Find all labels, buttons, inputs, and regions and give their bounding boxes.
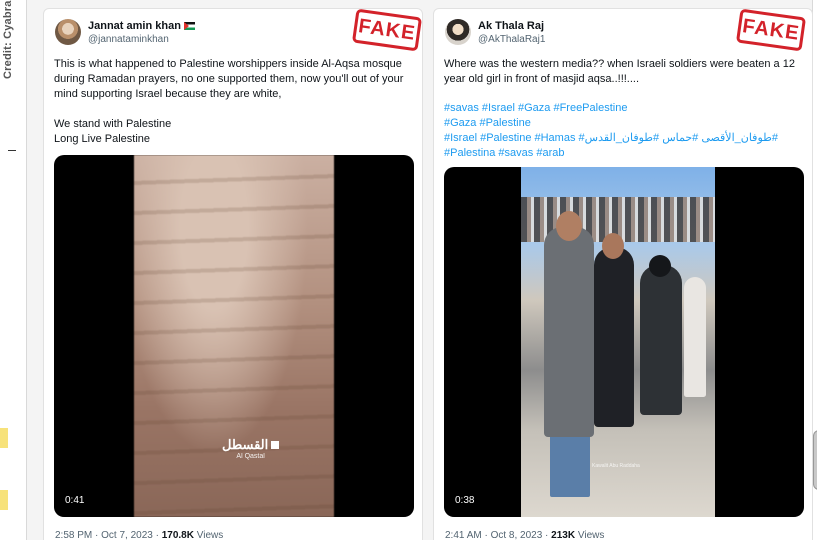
video-duration: 0:38 bbox=[455, 495, 475, 506]
tweet-timestamp[interactable]: 2:58 PM · Oct 7, 2023 · bbox=[55, 530, 162, 540]
person-head bbox=[649, 255, 671, 277]
avatar[interactable] bbox=[55, 19, 81, 45]
video-caption: Kawalit Abu Raddaha bbox=[592, 463, 640, 469]
person-figure bbox=[544, 227, 594, 437]
author-name[interactable]: Jannat amin khan bbox=[88, 20, 181, 32]
tweet-meta: 2:41 AM · Oct 8, 2023 · 213K Views bbox=[445, 530, 604, 540]
cropped-highlight bbox=[0, 428, 8, 448]
author-row: Jannat amin khan bbox=[88, 20, 195, 32]
views-label: Views bbox=[575, 530, 605, 540]
author-row: Ak Thala Raj bbox=[478, 20, 544, 32]
video-frame bbox=[134, 155, 334, 517]
hashtag-line[interactable]: #Palestina #savas #arab bbox=[444, 146, 804, 161]
hashtag-line[interactable]: #Israel #Palestine #Hamas #طوفان_الأقصى … bbox=[444, 131, 804, 146]
video-duration: 0:41 bbox=[65, 495, 85, 506]
cropped-divider bbox=[8, 150, 16, 151]
watermark-subtitle: Al Qastal bbox=[236, 453, 265, 460]
author-name[interactable]: Ak Thala Raj bbox=[478, 20, 544, 32]
tweet-meta: 2:58 PM · Oct 7, 2023 · 170.8K Views bbox=[55, 530, 223, 540]
fake-stamp: FAKE bbox=[351, 8, 423, 52]
author-handle[interactable]: @AkThalaRaj1 bbox=[478, 34, 545, 45]
tweet-text: This is what happened to Palestine worsh… bbox=[54, 58, 404, 145]
video-player[interactable]: Kawalit Abu Raddaha 0:38 bbox=[444, 167, 804, 517]
person-figure bbox=[594, 247, 634, 427]
person-figure bbox=[684, 277, 706, 397]
tweets-collage: Jannat amin khan @jannataminkhan FAKE Th… bbox=[26, 0, 813, 540]
cropped-highlight bbox=[0, 490, 8, 510]
hashtag-line[interactable]: #Gaza #Palestine bbox=[444, 116, 804, 131]
tweet-timestamp[interactable]: 2:41 AM · Oct 8, 2023 · bbox=[445, 530, 551, 540]
author-handle[interactable]: @jannataminkhan bbox=[88, 34, 169, 45]
person-figure bbox=[640, 265, 682, 415]
view-count: 213K bbox=[551, 530, 576, 540]
person-head bbox=[602, 233, 624, 259]
video-watermark: القسطل Al Qastal bbox=[222, 437, 279, 460]
image-credit: Credit: Cyabra bbox=[2, 0, 14, 79]
palestine-flag-icon bbox=[183, 22, 195, 30]
video-player[interactable]: القسطل Al Qastal 0:41 bbox=[54, 155, 414, 517]
tweet-card-jannat[interactable]: Jannat amin khan @jannataminkhan FAKE Th… bbox=[43, 8, 423, 540]
avatar[interactable] bbox=[445, 19, 471, 45]
views-label: Views bbox=[193, 530, 224, 540]
tweet-text: Where was the western media?? when Israe… bbox=[444, 58, 795, 85]
fake-stamp: FAKE bbox=[735, 8, 807, 52]
view-count: 170.8K bbox=[161, 530, 194, 540]
scroll-handle[interactable] bbox=[813, 430, 817, 490]
person-head bbox=[556, 211, 582, 241]
watermark-title: القسطل bbox=[222, 437, 279, 453]
hashtag-block: #savas #Israel #Gaza #FreePalestine #Gaz… bbox=[444, 101, 804, 161]
tweet-card-akthala[interactable]: Ak Thala Raj @AkThalaRaj1 FAKE Where was… bbox=[433, 8, 813, 540]
hashtag-line[interactable]: #savas #Israel #Gaza #FreePalestine bbox=[444, 101, 804, 116]
